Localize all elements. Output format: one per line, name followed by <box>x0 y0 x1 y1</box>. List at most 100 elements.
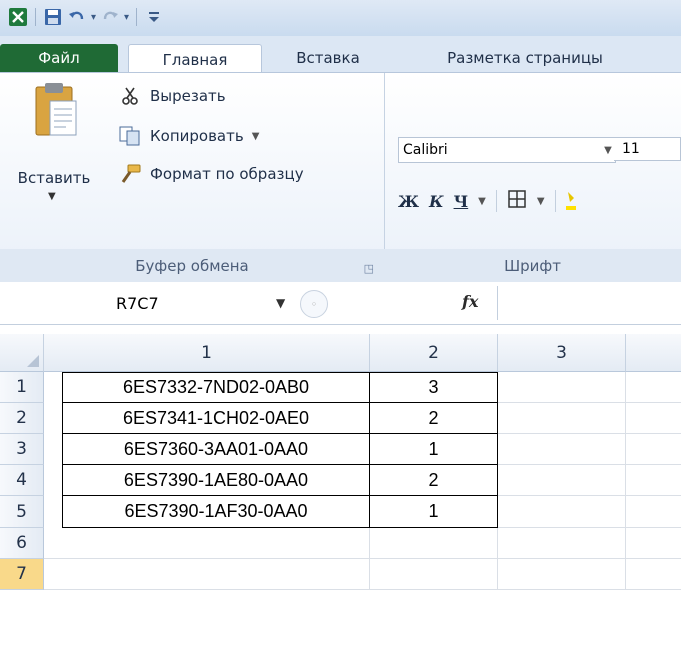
save-icon[interactable] <box>43 7 63 27</box>
separator <box>495 190 497 212</box>
name-box-value: R7C7 <box>116 293 159 313</box>
formula-input[interactable] <box>497 286 681 320</box>
undo-dropdown-icon[interactable]: ▾ <box>91 12 96 23</box>
quick-access-toolbar: ▾ ▾ <box>8 7 164 27</box>
font-group: Шрифт <box>384 73 681 283</box>
row-header-selected[interactable]: 7 <box>0 559 44 590</box>
copy-icon <box>118 125 142 147</box>
worksheet-grid: 1 2 3 1 6ES7332-7ND02-0AB0 3 2 6ES7341-1… <box>0 334 681 654</box>
font-group-label: Шрифт <box>384 249 681 283</box>
cell[interactable] <box>626 434 681 465</box>
clipboard-group-title: Буфер обмена <box>135 257 249 275</box>
excel-app-icon[interactable] <box>8 7 28 27</box>
underline-dropdown-icon[interactable]: ▼ <box>478 196 486 207</box>
column-header-1[interactable]: 1 <box>44 334 370 372</box>
font-name-combobox[interactable]: Calibri ▼ <box>398 137 616 163</box>
cell[interactable]: 3 <box>369 372 498 403</box>
cell[interactable] <box>498 496 626 528</box>
cell[interactable]: 6ES7390-1AE80-0AA0 <box>62 464 370 496</box>
clipboard-group-label: Буфер обмена ◳ <box>0 249 384 283</box>
select-all-corner[interactable] <box>0 334 44 372</box>
cell[interactable] <box>626 372 681 403</box>
cell[interactable] <box>626 559 681 590</box>
cell[interactable] <box>370 559 498 590</box>
cell[interactable] <box>44 528 370 559</box>
cell[interactable]: 2 <box>369 402 498 434</box>
undo-icon[interactable] <box>67 7 87 27</box>
cell[interactable]: 6ES7332-7ND02-0AB0 <box>62 372 370 403</box>
cell[interactable] <box>498 372 626 403</box>
qat-separator <box>35 8 36 26</box>
formula-bar: R7C7 ▼ ◦ fx <box>0 282 681 325</box>
column-header-3[interactable]: 3 <box>498 334 626 372</box>
cell[interactable] <box>498 403 626 434</box>
redo-dropdown-icon[interactable]: ▾ <box>124 12 129 23</box>
bold-button[interactable]: Ж <box>398 192 419 211</box>
separator <box>554 190 556 212</box>
redo-icon[interactable] <box>100 7 120 27</box>
chevron-down-icon[interactable]: ▼ <box>601 145 615 156</box>
row-header[interactable]: 5 <box>0 496 44 528</box>
font-size-combobox[interactable]: 11 <box>614 137 681 161</box>
cut-button[interactable]: Вырезать <box>118 85 226 107</box>
copy-label: Копировать <box>150 127 244 145</box>
row-header[interactable]: 1 <box>0 372 44 403</box>
tab-home[interactable]: Главная <box>128 44 262 74</box>
cell[interactable]: 6ES7360-3AA01-0AA0 <box>62 433 370 465</box>
ribbon-tabs: Файл Главная Вставка Разметка страницы <box>0 36 681 74</box>
paste-label: Вставить <box>17 169 91 187</box>
ribbon: Вставить ▼ Вырезать Копировать ▼ Формат … <box>0 72 681 284</box>
cell[interactable] <box>370 528 498 559</box>
name-box-resize-icon[interactable]: ◦ <box>300 290 328 318</box>
row-header[interactable]: 3 <box>0 434 44 465</box>
font-name-value: Calibri <box>403 142 448 158</box>
dialog-launcher-icon[interactable]: ◳ <box>364 262 374 275</box>
format-painter-button[interactable]: Формат по образцу <box>118 163 304 185</box>
cut-label: Вырезать <box>150 87 226 105</box>
fill-color-icon[interactable] <box>565 188 576 214</box>
cell[interactable] <box>498 559 626 590</box>
cell[interactable]: 1 <box>369 495 498 528</box>
format-painter-icon <box>118 163 142 185</box>
borders-dropdown-icon[interactable]: ▼ <box>537 196 545 207</box>
font-format-row: Ж К Ч ▼ ▼ <box>398 188 576 214</box>
chevron-down-icon[interactable]: ▼ <box>276 296 285 310</box>
title-bar: ▾ ▾ <box>0 0 681 37</box>
underline-button[interactable]: Ч <box>454 192 469 211</box>
cell[interactable]: 6ES7390-1AF30-0AA0 <box>62 495 370 528</box>
paste-icon <box>35 83 77 136</box>
tab-insert[interactable]: Вставка <box>278 44 378 72</box>
row-header[interactable]: 2 <box>0 403 44 434</box>
clipboard-group: Вставить ▼ Вырезать Копировать ▼ Формат … <box>0 73 385 283</box>
tab-file[interactable]: Файл <box>0 44 118 72</box>
customize-qat-icon[interactable] <box>144 7 164 27</box>
tab-page-layout[interactable]: Разметка страницы <box>400 44 650 72</box>
cell[interactable] <box>44 559 370 590</box>
cell[interactable]: 6ES7341-1CH02-0AE0 <box>62 402 370 434</box>
cell[interactable]: 1 <box>369 433 498 465</box>
row-header[interactable]: 6 <box>0 528 44 559</box>
copy-button[interactable]: Копировать ▼ <box>118 125 259 147</box>
cell[interactable]: 2 <box>369 464 498 496</box>
column-header-2[interactable]: 2 <box>370 334 498 372</box>
cell[interactable] <box>498 465 626 496</box>
cell[interactable] <box>626 403 681 434</box>
font-group-title: Шрифт <box>504 257 561 275</box>
paste-button[interactable]: Вставить ▼ <box>4 81 104 231</box>
cell[interactable] <box>626 528 681 559</box>
column-header-next[interactable] <box>626 334 681 372</box>
cell[interactable] <box>498 434 626 465</box>
cell[interactable] <box>626 465 681 496</box>
insert-function-button[interactable]: fx <box>462 292 478 311</box>
cell[interactable] <box>626 496 681 528</box>
row-header[interactable]: 4 <box>0 465 44 496</box>
font-size-value: 11 <box>622 141 640 157</box>
cell[interactable] <box>498 528 626 559</box>
copy-dropdown-icon[interactable]: ▼ <box>252 131 260 142</box>
italic-button[interactable]: К <box>429 192 444 211</box>
borders-icon[interactable] <box>507 189 527 213</box>
paste-dropdown-icon[interactable]: ▼ <box>48 191 56 202</box>
name-box[interactable]: R7C7 ▼ ◦ <box>0 290 328 318</box>
format-painter-label: Формат по образцу <box>150 165 304 183</box>
qat-separator <box>136 8 138 26</box>
